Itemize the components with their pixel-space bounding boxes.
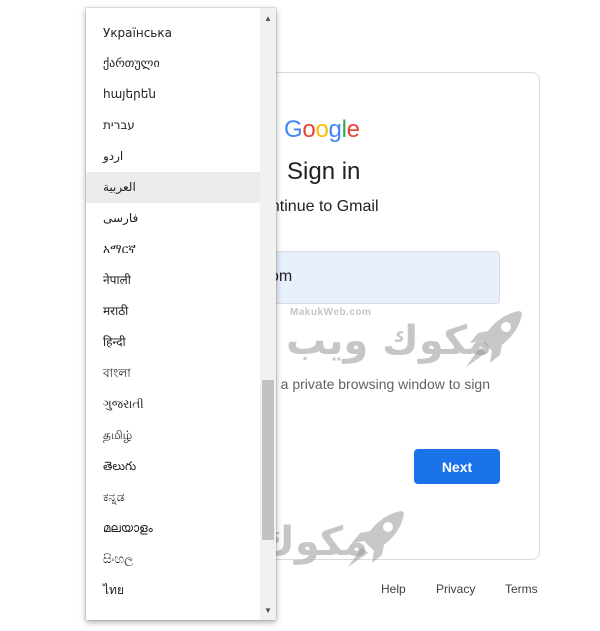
language-option[interactable]: ಕನ್ನಡ	[86, 482, 260, 513]
language-dropdown[interactable]: Українська ქართული հայերեն עברית اردو ال…	[86, 8, 276, 620]
language-option[interactable]: తెలుగు	[86, 451, 260, 482]
help-link[interactable]: Help	[381, 582, 406, 596]
private-browsing-hint: se a private browsing window to sign	[262, 376, 491, 392]
scroll-up-icon[interactable]: ▲	[260, 10, 276, 26]
watermark-site-text: MakukWeb.com	[290, 307, 372, 318]
language-option[interactable]: മലയാളം	[86, 513, 260, 544]
language-option[interactable]: አማርኛ	[86, 234, 260, 265]
language-option[interactable]: नेपाली	[86, 265, 260, 296]
language-option[interactable]: עברית	[86, 110, 260, 141]
terms-link[interactable]: Terms	[505, 582, 538, 596]
rocket-icon	[466, 311, 522, 367]
language-option[interactable]: ไทย	[86, 575, 260, 606]
language-option[interactable]: Українська	[86, 22, 260, 48]
page-title: Sign in	[287, 158, 361, 185]
language-option[interactable]: मराठी	[86, 296, 260, 327]
rocket-icon	[348, 511, 404, 567]
language-option[interactable]: ગુજરાતી	[86, 389, 260, 420]
language-option[interactable]: हिन्दी	[86, 327, 260, 358]
language-option[interactable]: اردو	[86, 141, 260, 172]
privacy-link[interactable]: Privacy	[436, 582, 475, 596]
language-option[interactable]: සිංහල	[86, 544, 260, 575]
next-button[interactable]: Next	[414, 449, 500, 484]
language-option[interactable]: فارسی	[86, 203, 260, 234]
language-option[interactable]: বাংলা	[86, 358, 260, 389]
google-logo: Google	[284, 116, 360, 143]
language-list: Українська ქართული հայերեն עברית اردو ال…	[86, 8, 260, 606]
language-option[interactable]: հայերեն	[86, 79, 260, 110]
scroll-down-icon[interactable]: ▼	[260, 602, 276, 618]
page-subtitle: ontinue to Gmail	[262, 198, 379, 215]
language-option[interactable]: தமிழ்	[86, 420, 260, 451]
scrollbar-thumb[interactable]	[262, 380, 274, 540]
language-option-highlighted[interactable]: العربية	[86, 172, 260, 203]
language-option[interactable]: ქართული	[86, 48, 260, 79]
dropdown-scrollbar[interactable]: ▲ ▼	[260, 8, 276, 620]
